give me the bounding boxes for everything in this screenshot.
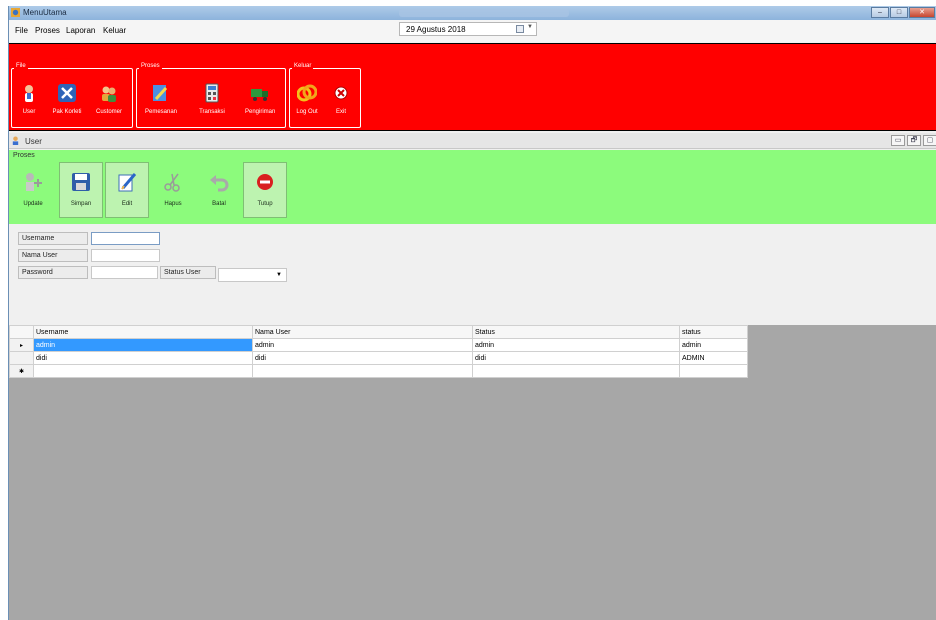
menu-keluar[interactable]: Keluar bbox=[103, 26, 126, 35]
group-label: Proses bbox=[139, 63, 162, 69]
edit-button[interactable]: Edit bbox=[105, 162, 149, 218]
status-user-select[interactable]: ▼ bbox=[218, 268, 287, 282]
customers-icon bbox=[102, 86, 116, 102]
group-file: File User Pak Korleti Customer bbox=[11, 63, 133, 128]
child-restore-button[interactable]: 🗗 bbox=[907, 135, 921, 146]
username-field[interactable] bbox=[91, 232, 160, 245]
grid-header-row: Username Nama User Status status bbox=[9, 325, 748, 339]
group-keluar: Keluar Log Out Exit bbox=[289, 63, 361, 128]
password-field[interactable] bbox=[91, 266, 158, 279]
user-icon bbox=[25, 85, 33, 102]
scissors-icon bbox=[164, 173, 180, 192]
order-edit-icon bbox=[153, 85, 168, 101]
table-row[interactable]: didi didi didi ADMIN bbox=[9, 351, 748, 365]
transaksi-button[interactable]: Transaksi bbox=[197, 83, 227, 115]
calendar-icon[interactable] bbox=[516, 25, 524, 33]
table-cell[interactable]: admin bbox=[472, 338, 680, 352]
user-button[interactable]: User bbox=[14, 83, 44, 115]
child-minimize-button[interactable]: ▭ bbox=[891, 135, 905, 146]
table-cell[interactable]: ADMIN bbox=[679, 351, 748, 365]
stop-icon bbox=[257, 174, 273, 190]
nama-user-field[interactable] bbox=[91, 249, 160, 262]
maximize-button[interactable]: □ bbox=[890, 7, 908, 18]
tools-icon bbox=[58, 84, 76, 102]
group-label: File bbox=[14, 63, 28, 69]
pengiriman-button[interactable]: Pengiriman bbox=[245, 83, 275, 115]
status-user-label: Status User bbox=[160, 266, 216, 279]
table-cell[interactable]: admin bbox=[679, 338, 748, 352]
exit-button[interactable]: Exit bbox=[326, 83, 356, 115]
user-data-grid[interactable]: Username Nama User Status status ▸ admin… bbox=[9, 325, 748, 378]
password-label: Password bbox=[18, 266, 88, 279]
main-toolbar: File User Pak Korleti Customer Proses Pe… bbox=[9, 43, 936, 131]
column-header-nama-user[interactable]: Nama User bbox=[252, 325, 473, 339]
log-out-button[interactable]: Log Out bbox=[292, 83, 322, 115]
menu-laporan[interactable]: Laporan bbox=[66, 26, 95, 35]
proses-toolbar: Proses Update Simpan Edit Hapus Batal Tu… bbox=[9, 150, 936, 224]
user-window-icon bbox=[12, 136, 19, 145]
table-cell[interactable] bbox=[33, 364, 253, 378]
batal-button[interactable]: Batal bbox=[197, 162, 241, 218]
dropdown-arrow-icon: ▼ bbox=[527, 24, 533, 30]
title-bar: MenuUtama – □ ✕ bbox=[9, 6, 936, 20]
tutup-button[interactable]: Tutup bbox=[243, 162, 287, 218]
simpan-button[interactable]: Simpan bbox=[59, 162, 103, 218]
row-header[interactable] bbox=[9, 351, 34, 365]
row-header-corner bbox=[9, 325, 34, 339]
menu-proses[interactable]: Proses bbox=[35, 26, 60, 35]
truck-icon bbox=[251, 89, 268, 101]
undo-icon bbox=[210, 175, 229, 192]
main-window: MenuUtama – □ ✕ File Proses Laporan Kelu… bbox=[8, 6, 936, 620]
column-header-status-2[interactable]: status bbox=[679, 325, 748, 339]
group-proses: Proses Pemesanan Transaksi Pengiriman bbox=[136, 63, 286, 128]
username-label: Username bbox=[18, 232, 88, 245]
column-header-status[interactable]: Status bbox=[472, 325, 680, 339]
calculator-icon bbox=[205, 83, 219, 103]
minimize-button[interactable]: – bbox=[871, 7, 889, 18]
table-cell[interactable]: didi bbox=[472, 351, 680, 365]
new-row-indicator-icon[interactable]: ✱ bbox=[9, 364, 34, 378]
table-row[interactable]: ▸ admin admin admin admin bbox=[9, 338, 748, 352]
exit-icon bbox=[334, 86, 348, 100]
table-cell[interactable] bbox=[252, 364, 473, 378]
grid-area: Username Nama User Status status ▸ admin… bbox=[9, 325, 936, 620]
child-maximize-button[interactable]: ▢ bbox=[923, 135, 936, 146]
table-cell[interactable]: admin bbox=[33, 338, 253, 352]
date-picker[interactable]: 29 Agustus 2018 ▼ bbox=[399, 22, 537, 36]
proses-toolbar-label: Proses bbox=[13, 152, 35, 159]
update-button[interactable]: Update bbox=[11, 162, 55, 218]
dropdown-arrow-icon: ▼ bbox=[276, 272, 282, 278]
pemesanan-button[interactable]: Pemesanan bbox=[145, 83, 177, 115]
edit-icon bbox=[118, 173, 137, 192]
nama-user-label: Nama User bbox=[18, 249, 88, 262]
customer-button[interactable]: Customer bbox=[94, 83, 124, 115]
pak-korleti-button[interactable]: Pak Korleti bbox=[52, 83, 82, 115]
save-icon bbox=[72, 173, 90, 191]
close-button[interactable]: ✕ bbox=[909, 7, 935, 18]
table-cell[interactable]: didi bbox=[252, 351, 473, 365]
table-cell[interactable] bbox=[679, 364, 748, 378]
new-row[interactable]: ✱ bbox=[9, 364, 748, 378]
app-icon bbox=[11, 8, 20, 17]
hapus-button[interactable]: Hapus bbox=[151, 162, 195, 218]
column-header-username[interactable]: Username bbox=[33, 325, 253, 339]
table-cell[interactable] bbox=[472, 364, 680, 378]
title-bar-blur bbox=[399, 9, 569, 17]
menu-file[interactable]: File bbox=[15, 26, 28, 35]
child-window-title: User bbox=[25, 137, 42, 146]
current-row-indicator-icon[interactable]: ▸ bbox=[9, 338, 34, 352]
window-title: MenuUtama bbox=[23, 8, 67, 17]
group-label: Keluar bbox=[292, 63, 314, 69]
table-cell[interactable]: didi bbox=[33, 351, 253, 365]
child-window-titlebar: User ▭ 🗗 ▢ bbox=[9, 133, 936, 149]
add-user-icon bbox=[26, 173, 42, 191]
logout-icon bbox=[296, 84, 318, 102]
table-cell[interactable]: admin bbox=[252, 338, 473, 352]
date-value: 29 Agustus 2018 bbox=[406, 25, 466, 34]
